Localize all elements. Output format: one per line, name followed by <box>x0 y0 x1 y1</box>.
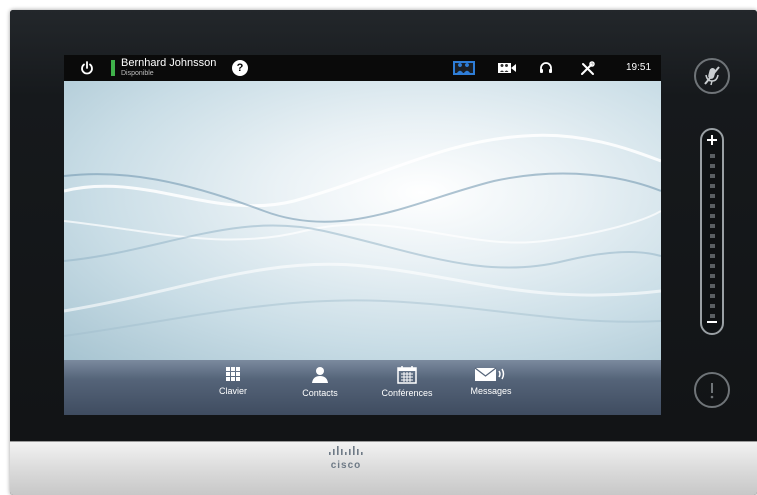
wave-graphic <box>64 133 661 337</box>
tab-messages[interactable]: Messages <box>451 366 531 396</box>
user-status: Disponible <box>121 70 154 77</box>
device-frame: Bernhard Johnsson Disponible ? 19:51 Cla… <box>10 10 757 495</box>
screen: Bernhard Johnsson Disponible ? 19:51 Cla… <box>64 55 661 415</box>
settings-tools-icon[interactable] <box>580 61 595 76</box>
volume-control[interactable] <box>700 128 724 335</box>
help-button[interactable]: ? <box>232 60 248 76</box>
mute-microphone-icon <box>704 66 720 86</box>
user-name: Bernhard Johnsson <box>121 57 217 69</box>
volume-minus-icon[interactable] <box>706 316 718 328</box>
tab-clavier[interactable]: Clavier <box>193 366 273 396</box>
contact-person-icon <box>312 367 328 383</box>
selfview-icon[interactable] <box>453 61 475 75</box>
cisco-logo: cisco <box>329 446 363 471</box>
tab-label: Contacts <box>302 388 338 398</box>
presence-indicator <box>111 60 115 76</box>
tab-conferences[interactable]: Conférences <box>367 366 447 398</box>
power-icon[interactable] <box>80 61 94 75</box>
camera-icon[interactable] <box>497 61 517 75</box>
tab-label: Messages <box>470 386 512 396</box>
tab-contacts[interactable]: Contacts <box>280 366 360 398</box>
mute-microphone-button[interactable] <box>694 58 730 94</box>
volume-plus-icon[interactable] <box>706 134 718 146</box>
tab-label: Conférences <box>381 388 433 398</box>
volume-level-dots <box>710 154 715 318</box>
headset-icon[interactable] <box>539 61 553 75</box>
keypad-icon <box>226 367 240 381</box>
alert-icon <box>710 383 714 399</box>
alert-button[interactable] <box>694 372 730 408</box>
calendar-icon <box>397 366 417 384</box>
svg-text:cisco: cisco <box>331 460 362 471</box>
clock: 19:51 <box>626 62 652 73</box>
envelope-icon <box>474 367 505 381</box>
bottom-navigation-bar: Clavier Contacts Conférences Messages <box>64 360 661 415</box>
device-chin <box>10 441 757 495</box>
top-status-bar: Bernhard Johnsson Disponible ? 19:51 <box>64 55 661 81</box>
wallpaper <box>64 81 661 360</box>
tab-label: Clavier <box>218 386 247 396</box>
